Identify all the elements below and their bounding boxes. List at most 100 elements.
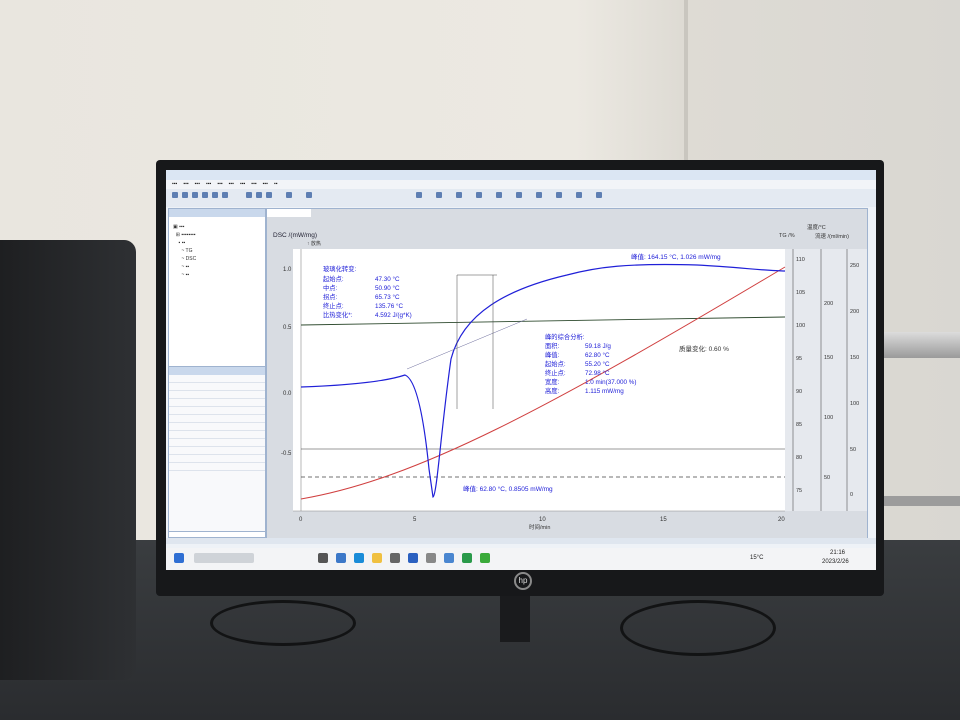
toolbar-icon[interactable] (212, 192, 218, 198)
toolbar-icon[interactable] (266, 192, 272, 198)
clock-time[interactable]: 21:16 (830, 550, 845, 556)
plot-area (293, 249, 785, 511)
task-view-icon[interactable] (318, 553, 328, 563)
properties-header (169, 367, 265, 375)
toolbar-icon[interactable] (516, 192, 522, 198)
gt-key: 终止点: (323, 301, 344, 310)
gt-value: 65.73 °C (375, 293, 400, 301)
toolbar-icon[interactable] (496, 192, 502, 198)
x-axis-label: 时间/min (529, 523, 550, 531)
metal-rail-lower (880, 496, 960, 506)
flow-axis-label: 流速 /(ml/min) (815, 232, 849, 240)
flow-tick-label: 150 (850, 355, 859, 361)
toolbar-icon[interactable] (556, 192, 562, 198)
x-tick-label: 20 (778, 517, 785, 523)
metal-rail (880, 332, 960, 358)
gt-value: 135.76 °C (375, 302, 404, 310)
cable-coil-right (620, 600, 776, 656)
monitor-logo: hp (514, 572, 532, 590)
temp-tick-label: 100 (824, 415, 833, 421)
toolbar-icon[interactable] (182, 192, 188, 198)
monitor-screen: ▪▪▪ ▪▪▪ ▪▪▪ ▪▪▪ ▪▪▪ ▪▪▪ ▪▪▪ ▪▪▪ ▪▪▪ ▪▪ ▣ ▪▪▪ ⊞ ▪▪… (166, 170, 876, 570)
toolbar-icon[interactable] (576, 192, 582, 198)
toolbar-icon[interactable] (596, 192, 602, 198)
flow-tick-label: 250 (850, 263, 859, 269)
clock-date[interactable]: 2023/2/26 (822, 559, 849, 565)
pa-key: 面积: (545, 341, 560, 350)
temp-tick-label: 200 (824, 301, 833, 307)
app-icon[interactable] (408, 553, 418, 563)
app-icon[interactable] (426, 553, 436, 563)
tg-tick-label: 75 (796, 488, 802, 494)
app-menubar[interactable]: ▪▪▪ ▪▪▪ ▪▪▪ ▪▪▪ ▪▪▪ ▪▪▪ ▪▪▪ ▪▪▪ ▪▪▪ ▪▪ (166, 180, 876, 189)
x-tick-label: 15 (660, 517, 667, 523)
toolbar-icon[interactable] (202, 192, 208, 198)
pa-value: 1.115 mW/mg (585, 388, 624, 395)
gt-key: 比热变化*: (323, 310, 353, 319)
app-icon[interactable] (462, 553, 472, 563)
toolbar-icon[interactable] (286, 192, 292, 198)
y-tick-label: 0.0 (283, 391, 292, 397)
flow-tick-label: 50 (850, 447, 856, 453)
explorer-icon[interactable] (372, 553, 382, 563)
pa-value: 72.98 °C (585, 369, 610, 377)
toolbar-icon[interactable] (476, 192, 482, 198)
tg-tick-label: 80 (796, 455, 802, 461)
gt-key: 拐点: (323, 292, 338, 301)
gt-key: 起始点: (323, 274, 344, 283)
y-tick-label: -0.5 (281, 451, 292, 457)
pa-value: 59.18 J/g (585, 343, 611, 350)
app-titlebar (166, 170, 876, 180)
temp-axis-label: 温度/°C (807, 223, 826, 231)
flow-tick-label: 0 (850, 492, 853, 498)
glass-transition-title: 玻璃化转变: (323, 264, 356, 273)
toolbar-icon[interactable] (192, 192, 198, 198)
pa-value: 62.80 °C (585, 351, 610, 359)
tg-tick-label: 90 (796, 389, 802, 395)
peak-analysis-title: 峰的综合分析: (545, 332, 585, 341)
pa-key: 峰值: (545, 350, 560, 359)
toolbar-icon[interactable] (172, 192, 178, 198)
search-box[interactable] (194, 553, 254, 563)
toolbar-icon[interactable] (306, 192, 312, 198)
app-icon[interactable] (390, 553, 400, 563)
y-left-label: DSC /(mW/mg) (273, 232, 317, 239)
cable-coil-left (210, 600, 356, 646)
windows-taskbar[interactable]: 15°C 21:16 2023/2/26 (166, 548, 876, 570)
exo-label: ↑ 放热 (307, 240, 321, 247)
toolbar-icon[interactable] (222, 192, 228, 198)
gt-value: 47.30 °C (375, 275, 400, 283)
app-toolbar[interactable] (166, 189, 876, 207)
toolbar-icon[interactable] (436, 192, 442, 198)
app-icon[interactable] (480, 553, 490, 563)
edge-icon[interactable] (354, 553, 364, 563)
file-tree-header (169, 209, 265, 217)
toolbar-icon[interactable] (246, 192, 252, 198)
curve-window[interactable]: DSC /(mW/mg) ↑ 放热 1.0 0.5 0.0 -0.5 0 5 1… (266, 208, 868, 542)
gt-value: 4.592 J/(g*K) (375, 312, 412, 319)
app-icon[interactable] (336, 553, 346, 563)
flow-tick-label: 100 (850, 401, 859, 407)
flow-tick-label: 200 (850, 309, 859, 315)
toolbar-icon[interactable] (256, 192, 262, 198)
app-icon[interactable] (444, 553, 454, 563)
tg-tick-label: 110 (796, 257, 805, 263)
tg-tick-label: 105 (796, 290, 805, 296)
file-tree[interactable]: ▣ ▪▪▪ ⊞ ▪▪▪▪▪▪▪▪ ▪ ▪▪ ~ TG ~ DSC ~ ▪▪ ~ … (173, 223, 196, 279)
tg-tick-label: 85 (796, 422, 802, 428)
properties-pane[interactable] (168, 366, 266, 532)
start-icon[interactable] (174, 553, 184, 563)
x-tick-label: 0 (299, 517, 303, 523)
peak-top-label: 峰值: 164.15 °C, 1.026 mW/mg (631, 252, 721, 261)
right-axes-strip (785, 249, 867, 511)
toolbar-icon[interactable] (416, 192, 422, 198)
y-tick-label: 0.5 (283, 325, 292, 331)
toolbar-icon[interactable] (536, 192, 542, 198)
toolbar-icon[interactable] (456, 192, 462, 198)
mass-change-label: 质量变化: 0.60 % (679, 344, 729, 353)
tg-tick-label: 95 (796, 356, 802, 362)
dsc-tg-plot[interactable]: DSC /(mW/mg) ↑ 放热 1.0 0.5 0.0 -0.5 0 5 1… (267, 209, 867, 541)
x-tick-label: 10 (539, 517, 546, 523)
x-tick-label: 5 (413, 517, 417, 523)
monitor-stand (500, 596, 530, 642)
